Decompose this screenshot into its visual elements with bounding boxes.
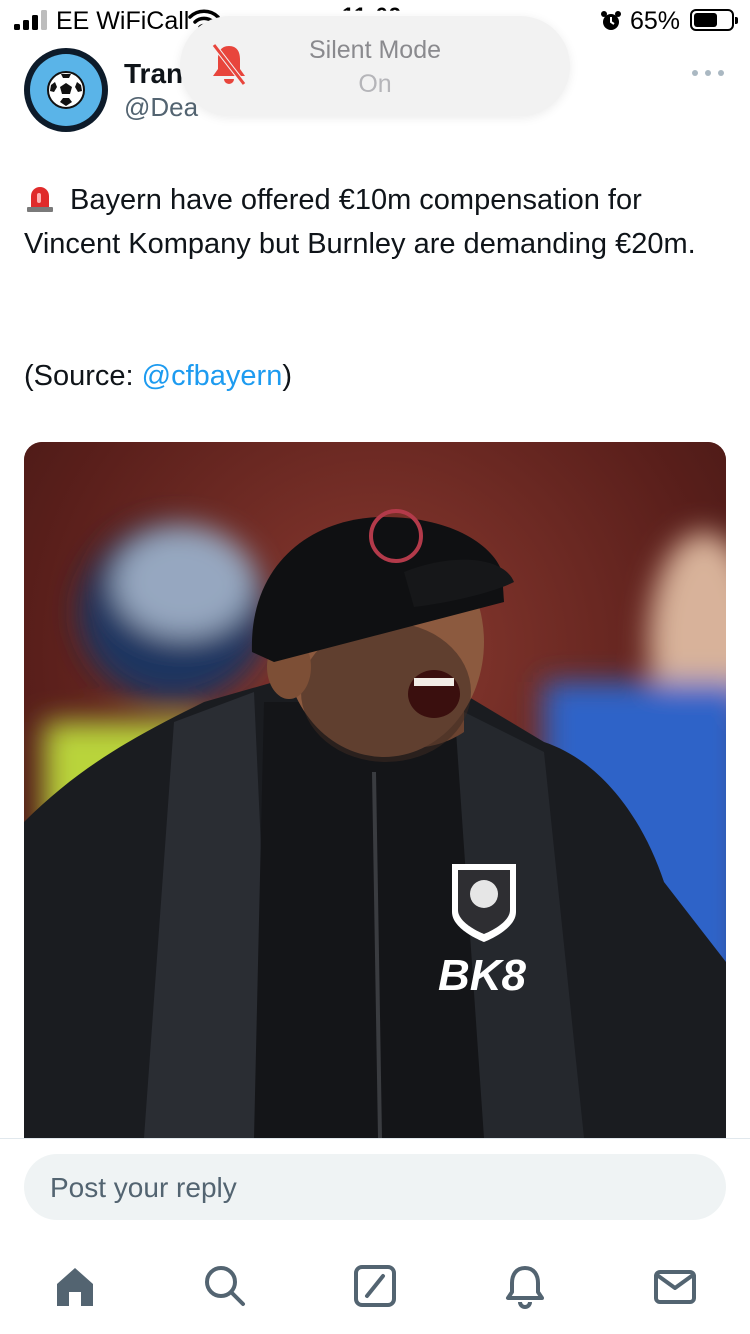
cellular-signal-icon	[14, 10, 48, 30]
siren-icon	[27, 187, 53, 212]
football-icon	[47, 71, 85, 109]
source-prefix: (Source:	[24, 360, 142, 392]
carrier-label: EE WiFiCall	[56, 7, 190, 35]
reply-input[interactable]: Post your reply	[24, 1154, 726, 1220]
silent-mode-status: On	[358, 70, 392, 98]
avatar-background	[30, 54, 102, 126]
messages-icon[interactable]	[651, 1262, 699, 1310]
author-name[interactable]: Tran	[124, 58, 183, 90]
alarm-icon	[601, 11, 621, 30]
battery-percent: 65%	[630, 7, 681, 35]
source-suffix: )	[282, 360, 293, 392]
tweet-body: Bayern have offered €10m compensation fo…	[24, 184, 696, 260]
tweet-text: Bayern have offered €10m compensation fo…	[24, 178, 724, 266]
battery-icon	[690, 9, 738, 31]
notifications-icon[interactable]	[501, 1262, 549, 1310]
mention-link[interactable]: @cfbayern	[142, 360, 283, 392]
bottom-navigation	[0, 1250, 750, 1334]
tweet-source: (Source: @cfbayern)	[24, 354, 292, 398]
search-icon[interactable]	[201, 1262, 249, 1310]
tweet-photo[interactable]: BK8	[24, 442, 726, 1138]
compose-icon[interactable]	[351, 1262, 399, 1310]
silent-mode-banner: Silent Mode On	[180, 16, 570, 116]
kompany-celebrating-photo: BK8	[24, 442, 726, 1138]
more-options-icon[interactable]	[690, 62, 726, 82]
reply-placeholder: Post your reply	[50, 1172, 237, 1203]
home-icon[interactable]	[51, 1262, 99, 1310]
sponsor-logo: BK8	[438, 951, 527, 1000]
battery-level-fill	[694, 13, 717, 27]
author-avatar[interactable]	[24, 48, 108, 132]
silent-mode-title: Silent Mode	[308, 36, 442, 64]
divider	[0, 1138, 750, 1139]
